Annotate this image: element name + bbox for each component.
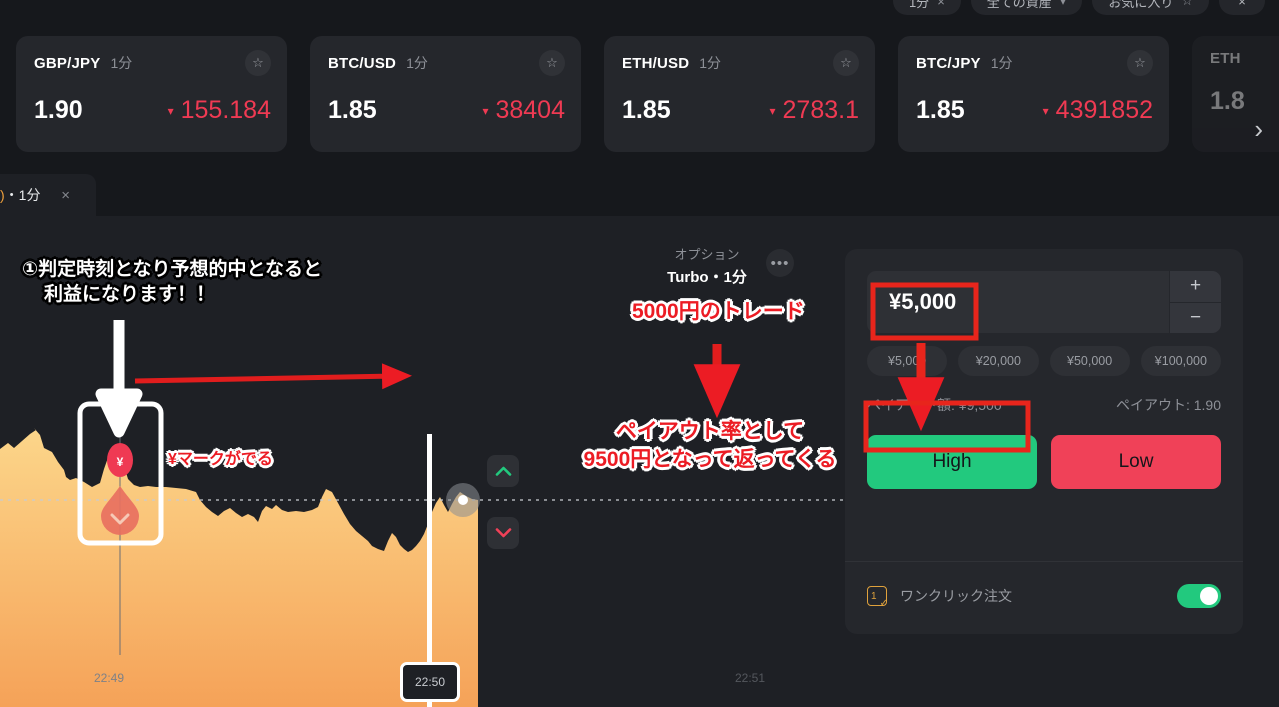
chevron-down-icon: ▾ bbox=[1042, 103, 1049, 118]
one-click-icon: 1 ✓ bbox=[867, 586, 888, 609]
asset-price-value: 38404 bbox=[495, 96, 565, 124]
asset-price: ▾ 2783.1 bbox=[770, 96, 860, 125]
star-icon[interactable]: ☆ bbox=[833, 50, 859, 76]
asset-symbol: ETH/USD bbox=[622, 54, 690, 72]
quick-amount-20000[interactable]: ¥20,000 bbox=[958, 346, 1039, 376]
asset-card-btcusd[interactable]: BTC/USD 1分 ☆ 1.85 ▾ 38404 bbox=[310, 36, 581, 152]
close-icon: × bbox=[1238, 0, 1246, 9]
star-icon[interactable]: ☆ bbox=[245, 50, 271, 76]
annotation-left-note: ①判定時刻となり予想的中となると 利益になります！！ bbox=[22, 258, 322, 307]
one-click-order-row[interactable]: 1 ✓ ワンクリック注文 bbox=[867, 584, 1221, 609]
toolbar-chip-timeframe-label: 1分 bbox=[908, 0, 930, 10]
amount-input[interactable]: ¥5,000 bbox=[867, 271, 1169, 333]
asset-symbol: ETH bbox=[1210, 50, 1241, 67]
asset-period: 1分 bbox=[699, 55, 722, 71]
payout-row: ペイアウト額: ¥9,500 ペイアウト: 1.90 bbox=[867, 395, 1221, 415]
top-toolbar: 1分 × 全ての資産 ▾ お気に入り ☆ × bbox=[0, 0, 1279, 16]
asset-symbol: BTC/USD bbox=[328, 54, 397, 72]
annotation-payout-note: ペイアウト率として 9500円となって返ってくる bbox=[583, 420, 837, 471]
quick-amount-chips: ¥5,000 ¥20,000 ¥50,000 ¥100,000 bbox=[867, 346, 1221, 376]
asset-period: 1分 bbox=[110, 55, 133, 71]
amount-stepper[interactable]: ¥5,000 + − bbox=[867, 271, 1221, 333]
asset-price: ▾ 38404 bbox=[482, 96, 565, 125]
asset-card-gbpjpy[interactable]: GBP/JPY 1分 ☆ 1.90 ▾ 155.184 bbox=[16, 36, 287, 152]
asset-card-eth-partial[interactable]: ETH 1.8 bbox=[1192, 36, 1279, 152]
chart-option-label: オプション bbox=[674, 247, 740, 262]
chart-title: Turbo・1分 bbox=[667, 269, 747, 286]
tab-label: )・1分 bbox=[0, 187, 41, 203]
asset-price: ▾ 4391852 bbox=[1043, 96, 1153, 125]
asset-price-value: 155.184 bbox=[180, 96, 271, 124]
chevron-up-icon bbox=[495, 466, 511, 476]
asset-price-value: 4391852 bbox=[1055, 96, 1153, 124]
asset-card-ethusd[interactable]: ETH/USD 1分 ☆ 1.85 ▾ 2783.1 bbox=[604, 36, 875, 152]
high-button[interactable]: High bbox=[867, 435, 1037, 489]
asset-payout: 1.85 bbox=[328, 96, 377, 124]
chart-scroll-down-button[interactable] bbox=[487, 517, 519, 549]
chart-header: オプション Turbo・1分 bbox=[642, 244, 772, 287]
chevron-right-icon[interactable]: › bbox=[1254, 116, 1263, 142]
tab-active[interactable]: )・1分 × bbox=[0, 174, 96, 216]
asset-card-btcjpy[interactable]: BTC/JPY 1分 ☆ 1.85 ▾ 4391852 bbox=[898, 36, 1169, 152]
tab-bar: )・1分 × bbox=[0, 174, 1279, 216]
annotation-left-line2: 利益になります！！ bbox=[44, 283, 216, 305]
toggle-knob bbox=[1200, 587, 1218, 605]
annotation-trade-amount: 5000円のトレード bbox=[632, 300, 805, 323]
quick-amount-100000[interactable]: ¥100,000 bbox=[1140, 346, 1221, 376]
one-click-order-toggle[interactable] bbox=[1177, 584, 1221, 608]
toolbar-chip-favorites-label: お気に入り bbox=[1108, 0, 1174, 10]
toolbar-chip-timeframe[interactable]: 1分 × bbox=[892, 0, 961, 15]
trading-app: 1分 × 全ての資産 ▾ お気に入り ☆ × GBP/JPY 1分 ☆ 1.90… bbox=[0, 0, 1279, 707]
asset-symbol: BTC/JPY bbox=[916, 54, 981, 72]
star-icon: ☆ bbox=[1181, 0, 1193, 8]
direction-buttons: High Low bbox=[867, 435, 1221, 489]
chevron-down-icon: ▾ bbox=[1059, 0, 1067, 8]
amount-decrease-button[interactable]: − bbox=[1170, 302, 1221, 333]
close-icon[interactable]: × bbox=[937, 0, 945, 9]
toolbar-chip-all-assets[interactable]: 全ての資産 ▾ bbox=[970, 0, 1083, 15]
order-panel: ¥5,000 + − ¥5,000 ¥20,000 ¥50,000 ¥100,0… bbox=[845, 249, 1243, 634]
time-label: 22:49 bbox=[94, 671, 125, 685]
low-button[interactable]: Low bbox=[1051, 435, 1221, 489]
asset-symbol: GBP/JPY bbox=[34, 54, 101, 72]
chart-scroll-up-button[interactable] bbox=[487, 455, 519, 487]
toolbar-chip-all-assets-label: 全ての資産 bbox=[986, 0, 1052, 10]
asset-payout: 1.85 bbox=[916, 96, 965, 124]
check-icon: ✓ bbox=[879, 598, 888, 609]
current-price-dot bbox=[458, 495, 468, 505]
asset-price: ▾ 155.184 bbox=[168, 96, 271, 125]
time-label: 22:51 bbox=[735, 671, 766, 685]
quick-amount-50000[interactable]: ¥50,000 bbox=[1049, 346, 1130, 376]
close-icon[interactable]: × bbox=[61, 187, 70, 204]
amount-spinner: + − bbox=[1169, 271, 1221, 333]
star-icon[interactable]: ☆ bbox=[539, 50, 565, 76]
toolbar-close-button[interactable]: × bbox=[1219, 0, 1265, 15]
chevron-down-icon bbox=[495, 528, 511, 538]
yen-badge-label: ¥ bbox=[117, 455, 124, 469]
asset-period: 1分 bbox=[406, 55, 428, 71]
asset-cards-strip: GBP/JPY 1分 ☆ 1.90 ▾ 155.184 BTC/USD 1分 ☆ … bbox=[0, 36, 1279, 152]
annotation-yen-mark: ¥マークがでる bbox=[168, 451, 273, 468]
asset-payout: 1.85 bbox=[622, 96, 671, 124]
amount-increase-button[interactable]: + bbox=[1170, 271, 1221, 303]
panel-divider bbox=[845, 561, 1243, 562]
payout-rate-label: ペイアウト: 1.90 bbox=[1115, 397, 1221, 413]
payout-amount-label: ペイアウト額: ¥9,500 bbox=[867, 397, 1002, 413]
quick-amount-5000[interactable]: ¥5,000 bbox=[867, 346, 948, 376]
star-icon[interactable]: ☆ bbox=[1127, 50, 1153, 76]
asset-price-value: 2783.1 bbox=[782, 96, 859, 124]
expiry-time-badge: 22:50 bbox=[400, 662, 460, 702]
chart-menu-button[interactable]: ••• bbox=[766, 249, 794, 277]
asset-period: 1分 bbox=[990, 55, 1013, 71]
annotation-left-line1: ①判定時刻となり予想的中となると bbox=[22, 259, 322, 280]
chevron-down-icon: ▾ bbox=[167, 103, 174, 118]
toolbar-chip-favorites[interactable]: お気に入り ☆ bbox=[1092, 0, 1209, 15]
one-click-order-label: ワンクリック注文 bbox=[900, 588, 1012, 604]
chevron-down-icon: ▾ bbox=[482, 103, 489, 118]
chevron-down-icon: ▾ bbox=[769, 103, 776, 118]
asset-payout: 1.90 bbox=[34, 96, 83, 124]
asset-payout: 1.8 bbox=[1210, 87, 1245, 115]
